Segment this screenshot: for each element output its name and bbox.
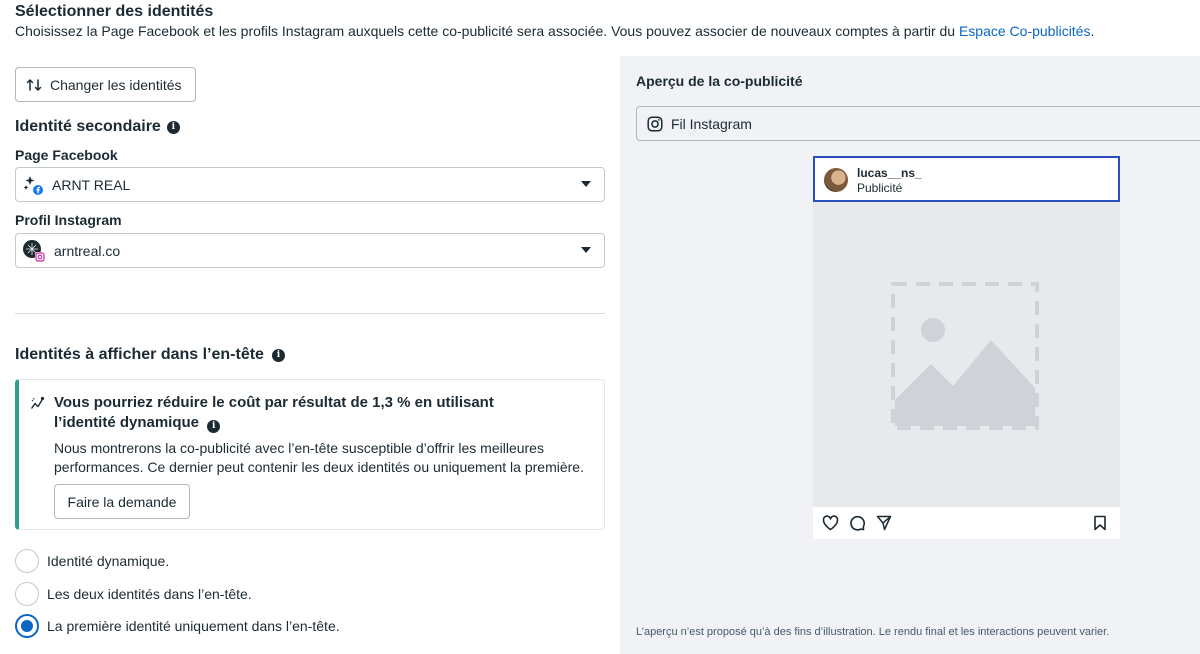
instagram-profile-select[interactable]: arntreal.co bbox=[15, 233, 605, 268]
post-actions-bar bbox=[813, 507, 1120, 539]
trend-chart-icon bbox=[30, 396, 45, 409]
change-identities-label: Changer les identités bbox=[50, 76, 182, 93]
page-description: Choisissez la Page Facebook et les profi… bbox=[15, 23, 1094, 39]
description-suffix: . bbox=[1090, 23, 1095, 39]
post-username: lucas__ns_ bbox=[857, 166, 922, 180]
info-icon[interactable]: i bbox=[166, 120, 180, 134]
image-placeholder-icon bbox=[891, 282, 1039, 430]
secondary-identity-title: Identité secondaire bbox=[15, 118, 161, 135]
chevron-down-icon bbox=[581, 247, 591, 253]
preview-title: Aperçu de la co-publicité bbox=[636, 73, 803, 89]
placement-select[interactable]: Fil Instagram bbox=[636, 106, 1200, 141]
option-dynamic-identity[interactable]: Identité dynamique. bbox=[15, 549, 169, 573]
instagram-post-preview bbox=[813, 156, 1120, 539]
option-label: La première identité uniquement dans l’e… bbox=[47, 618, 340, 634]
option-label: Les deux identités dans l’en-tête. bbox=[47, 586, 252, 602]
section-divider bbox=[15, 313, 605, 314]
facebook-page-label: Page Facebook bbox=[15, 147, 118, 163]
option-label: Identité dynamique. bbox=[47, 553, 170, 569]
info-icon[interactable]: i bbox=[271, 348, 285, 362]
instagram-profile-label: Profil Instagram bbox=[15, 212, 122, 228]
bookmark-icon[interactable] bbox=[1093, 515, 1107, 531]
co-ads-space-link[interactable]: Espace Co-publicités bbox=[959, 23, 1091, 39]
instagram-icon bbox=[647, 115, 663, 132]
change-identities-button[interactable]: Changer les identités bbox=[15, 67, 196, 102]
radio-button[interactable] bbox=[15, 549, 39, 573]
header-identities-heading: Identités à afficher dans l’en-tête i bbox=[15, 346, 285, 364]
page-title: Sélectionner des identités bbox=[15, 3, 214, 20]
callout-title-text: Vous pourriez réduire le coût par résult… bbox=[54, 394, 494, 431]
placement-value: Fil Instagram bbox=[671, 115, 752, 132]
avatar bbox=[824, 168, 848, 192]
share-icon[interactable] bbox=[876, 515, 892, 531]
request-button[interactable]: Faire la demande bbox=[54, 484, 190, 519]
post-sponsored-label: Publicité bbox=[857, 181, 903, 195]
header-identities-title: Identités à afficher dans l’en-tête bbox=[15, 346, 264, 363]
radio-button[interactable] bbox=[15, 582, 39, 606]
callout-title: Vous pourriez réduire le coût par résult… bbox=[54, 393, 554, 433]
instagram-profile-value: arntreal.co bbox=[54, 242, 121, 259]
option-both-identities[interactable]: Les deux identités dans l’en-tête. bbox=[15, 582, 252, 606]
post-header[interactable]: lucas__ns_ Publicité bbox=[813, 156, 1120, 202]
facebook-page-icon bbox=[23, 175, 43, 195]
instagram-profile-avatar-icon bbox=[23, 239, 45, 262]
facebook-page-select[interactable]: ARNT REAL bbox=[15, 167, 605, 202]
callout-body: Nous montrerons la co-publicité avec l’e… bbox=[54, 440, 584, 475]
preview-disclaimer: L’aperçu n’est proposé qu’à des fins d’i… bbox=[636, 626, 1110, 638]
chevron-down-icon bbox=[581, 181, 591, 187]
swap-arrows-icon bbox=[26, 78, 42, 91]
info-icon[interactable]: i bbox=[207, 419, 221, 433]
comment-icon[interactable] bbox=[849, 515, 865, 531]
option-first-identity[interactable]: La première identité uniquement dans l’e… bbox=[15, 614, 340, 638]
secondary-identity-heading: Identité secondaire i bbox=[15, 118, 180, 136]
description-text: Choisissez la Page Facebook et les profi… bbox=[15, 23, 959, 39]
facebook-page-value: ARNT REAL bbox=[52, 176, 131, 193]
dynamic-identity-callout: Vous pourriez réduire le coût par résult… bbox=[15, 379, 605, 530]
radio-button-selected[interactable] bbox=[15, 614, 39, 638]
heart-icon[interactable] bbox=[822, 515, 839, 531]
